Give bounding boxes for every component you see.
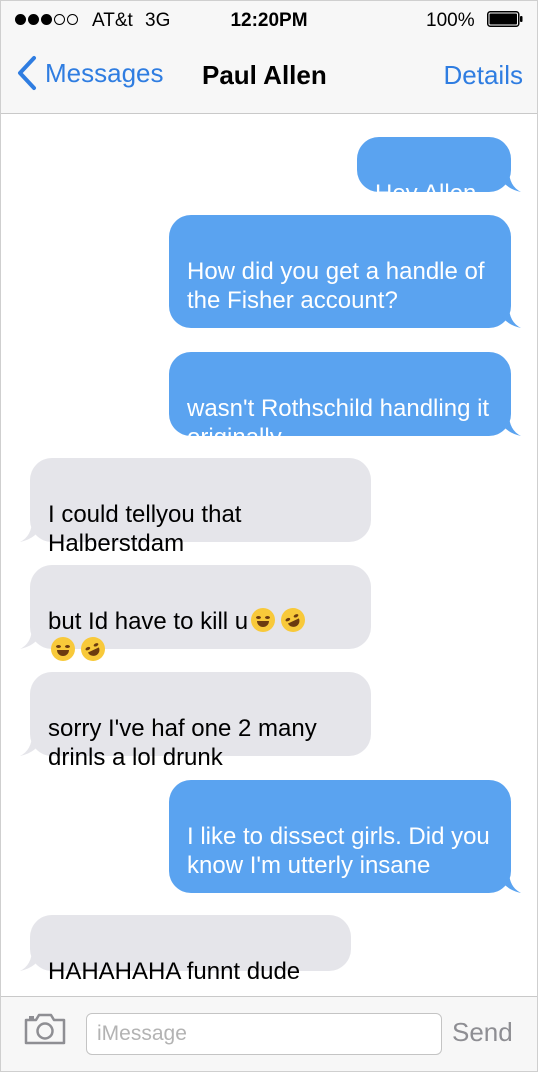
message-text: wasn't Rothschild handling it originally — [187, 395, 490, 451]
send-button[interactable]: Send — [452, 1017, 513, 1048]
back-button[interactable]: Messages — [15, 55, 164, 91]
message-bubble-received[interactable]: sorry I've haf one 2 many drinls a lol d… — [20, 672, 371, 771]
battery-percentage: 100% — [426, 10, 475, 31]
bubble-tail — [20, 734, 42, 756]
message-text: HAHAHAHA funnt dude — [48, 958, 301, 985]
navigation-bar: Messages Paul Allen Details — [1, 41, 537, 114]
bubble-tail — [499, 414, 521, 436]
bubble-tail — [20, 949, 42, 971]
camera-icon[interactable] — [23, 1010, 67, 1046]
back-button-label: Messages — [45, 57, 164, 88]
message-bubble-sent[interactable]: How did you get a handle of the Fisher a… — [169, 215, 521, 328]
message-thread[interactable]: Hey Allen How did you get a handle of th… — [1, 114, 537, 996]
tears-of-joy-emoji-icon — [51, 637, 75, 661]
rolling-laughing-emoji-icon — [77, 633, 109, 665]
messages-screen: AT&t 3G 12:20PM 100% Messages Paul Allen… — [0, 0, 538, 1072]
message-bubble-sent[interactable]: I like to dissect girls. Did you know I'… — [169, 780, 521, 893]
message-text: How did you get a handle of the Fisher a… — [187, 258, 485, 314]
message-text: I like to dissect girls. Did you know I'… — [187, 823, 490, 879]
message-input-bar: Send — [1, 996, 537, 1071]
message-input[interactable] — [86, 1013, 442, 1055]
bubble-tail — [20, 520, 42, 542]
chevron-left-icon — [18, 56, 36, 90]
message-text: sorry I've haf one 2 many drinls a lol d… — [48, 715, 317, 771]
bubble-tail — [499, 170, 521, 192]
message-text: I could tellyou that Halberstdam — [48, 501, 242, 557]
bubble-tail — [20, 627, 42, 649]
bubble-tail — [499, 306, 521, 328]
message-text: but Id have to kill u — [48, 608, 249, 635]
message-text: Hey Allen — [375, 180, 477, 207]
message-bubble-received[interactable]: I could tellyou that Halberstdam — [20, 458, 371, 557]
status-bar: AT&t 3G 12:20PM 100% — [1, 1, 537, 41]
tears-of-joy-emoji-icon — [251, 608, 276, 632]
details-button[interactable]: Details — [444, 60, 523, 91]
message-bubble-sent[interactable]: Hey Allen — [357, 137, 521, 207]
battery-icon — [487, 11, 523, 27]
message-bubble-sent[interactable]: wasn't Rothschild handling it originally — [169, 352, 521, 451]
rolling-laughing-emoji-icon — [277, 604, 310, 636]
bubble-tail — [499, 871, 521, 893]
message-bubble-received[interactable]: but Id have to kill u — [20, 565, 371, 665]
conversation-title: Paul Allen — [202, 60, 327, 90]
message-bubble-received[interactable]: HAHAHAHA funnt dude — [20, 915, 351, 985]
